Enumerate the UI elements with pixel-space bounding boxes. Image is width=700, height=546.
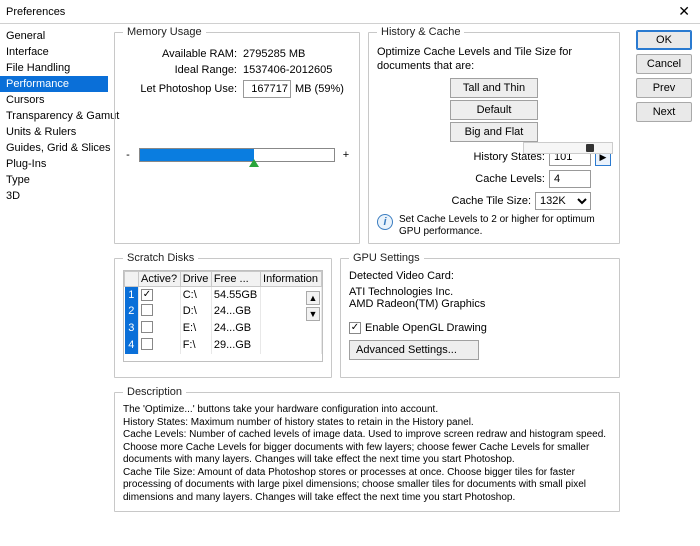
plus-icon[interactable]: + bbox=[341, 149, 351, 161]
close-icon[interactable]: ✕ bbox=[674, 3, 694, 20]
sidebar-item-type[interactable]: Type bbox=[0, 172, 108, 188]
sidebar-item-3d[interactable]: 3D bbox=[0, 188, 108, 204]
col-active[interactable]: Active? bbox=[139, 272, 181, 287]
table-row[interactable]: 3E:\24...GB bbox=[125, 320, 322, 337]
sidebar-item-units-rulers[interactable]: Units & Rulers bbox=[0, 124, 108, 140]
sidebar-item-plug-ins[interactable]: Plug-Ins bbox=[0, 156, 108, 172]
slider-track[interactable] bbox=[139, 148, 335, 162]
history-legend: History & Cache bbox=[377, 26, 464, 38]
let-use-label: Let Photoshop Use: bbox=[123, 83, 243, 95]
memory-usage-group: Memory Usage Available RAM: 2795285 MB I… bbox=[114, 26, 360, 244]
slider-fill bbox=[140, 149, 254, 161]
gpu-card: AMD Radeon(TM) Graphics bbox=[349, 298, 611, 310]
history-states-slider[interactable] bbox=[523, 142, 613, 154]
sidebar-item-interface[interactable]: Interface bbox=[0, 44, 108, 60]
description-text: The 'Optimize...' buttons take your hard… bbox=[123, 404, 611, 504]
advanced-settings-button[interactable]: Advanced Settings... bbox=[349, 340, 479, 360]
description-legend: Description bbox=[123, 386, 186, 398]
dialog-buttons: OK Cancel Prev Next bbox=[632, 24, 700, 546]
cache-tile-select[interactable]: 132K bbox=[535, 192, 591, 210]
sidebar-item-general[interactable]: General bbox=[0, 28, 108, 44]
gpu-settings-group: GPU Settings Detected Video Card: ATI Te… bbox=[340, 252, 620, 378]
active-checkbox[interactable] bbox=[141, 304, 153, 316]
minus-icon[interactable]: - bbox=[123, 149, 133, 161]
detected-card-label: Detected Video Card: bbox=[349, 270, 611, 282]
ideal-range-value: 1537406-2012605 bbox=[243, 64, 332, 76]
sidebar-item-transparency-gamut[interactable]: Transparency & Gamut bbox=[0, 108, 108, 124]
cache-tile-label: Cache Tile Size: bbox=[452, 195, 531, 207]
table-row[interactable]: 2D:\24...GB bbox=[125, 303, 322, 320]
ok-button[interactable]: OK bbox=[636, 30, 692, 50]
move-down-icon[interactable]: ▼ bbox=[306, 307, 320, 321]
scratch-table-wrap: Active? Drive Free ... Information 1✓C:\… bbox=[123, 270, 323, 362]
sidebar-item-performance[interactable]: Performance bbox=[0, 76, 108, 92]
move-up-icon[interactable]: ▲ bbox=[306, 291, 320, 305]
description-group: Description The 'Optimize...' buttons ta… bbox=[114, 386, 620, 512]
table-row[interactable]: 4F:\29...GB bbox=[125, 337, 322, 354]
active-checkbox[interactable] bbox=[141, 321, 153, 333]
sidebar-item-cursors[interactable]: Cursors bbox=[0, 92, 108, 108]
let-use-unit: MB (59%) bbox=[295, 83, 344, 95]
scratch-legend: Scratch Disks bbox=[123, 252, 198, 264]
prev-button[interactable]: Prev bbox=[636, 78, 692, 98]
let-use-input[interactable] bbox=[243, 80, 291, 98]
available-ram-label: Available RAM: bbox=[123, 48, 243, 60]
titlebar: Preferences ✕ bbox=[0, 0, 700, 24]
active-checkbox[interactable]: ✓ bbox=[141, 289, 153, 301]
active-checkbox[interactable] bbox=[141, 338, 153, 350]
gpu-vendor: ATI Technologies Inc. bbox=[349, 286, 611, 298]
scratch-disks-group: Scratch Disks Active? Drive Free ... Inf… bbox=[114, 252, 332, 378]
cache-levels-input[interactable] bbox=[549, 170, 591, 188]
col-free[interactable]: Free ... bbox=[211, 272, 260, 287]
content-area: Memory Usage Available RAM: 2795285 MB I… bbox=[108, 24, 632, 546]
default-button[interactable]: Default bbox=[450, 100, 538, 120]
slider-thumb[interactable] bbox=[249, 159, 259, 167]
cancel-button[interactable]: Cancel bbox=[636, 54, 692, 74]
enable-opengl-checkbox[interactable]: ✓ bbox=[349, 322, 361, 334]
gpu-legend: GPU Settings bbox=[349, 252, 424, 264]
cache-levels-label: Cache Levels: bbox=[475, 173, 545, 185]
ideal-range-label: Ideal Range: bbox=[123, 64, 243, 76]
available-ram-value: 2795285 MB bbox=[243, 48, 305, 60]
col-info[interactable]: Information bbox=[261, 272, 322, 287]
history-cache-group: History & Cache Optimize Cache Levels an… bbox=[368, 26, 620, 244]
sidebar: GeneralInterfaceFile HandlingPerformance… bbox=[0, 24, 108, 546]
next-button[interactable]: Next bbox=[636, 102, 692, 122]
table-row[interactable]: 1✓C:\54.55GB bbox=[125, 287, 322, 303]
info-icon: i bbox=[377, 214, 393, 230]
memory-slider[interactable]: - + bbox=[123, 148, 351, 162]
scratch-table[interactable]: Active? Drive Free ... Information 1✓C:\… bbox=[124, 271, 322, 354]
big-flat-button[interactable]: Big and Flat bbox=[450, 122, 538, 142]
memory-legend: Memory Usage bbox=[123, 26, 206, 38]
sidebar-item-guides-grid-slices[interactable]: Guides, Grid & Slices bbox=[0, 140, 108, 156]
history-intro: Optimize Cache Levels and Tile Size for … bbox=[377, 46, 611, 74]
cache-info-text: Set Cache Levels to 2 or higher for opti… bbox=[399, 214, 611, 238]
window-title: Preferences bbox=[6, 6, 65, 18]
sidebar-item-file-handling[interactable]: File Handling bbox=[0, 60, 108, 76]
enable-opengl-label: Enable OpenGL Drawing bbox=[365, 322, 487, 334]
col-drive[interactable]: Drive bbox=[180, 272, 211, 287]
tall-thin-button[interactable]: Tall and Thin bbox=[450, 78, 538, 98]
